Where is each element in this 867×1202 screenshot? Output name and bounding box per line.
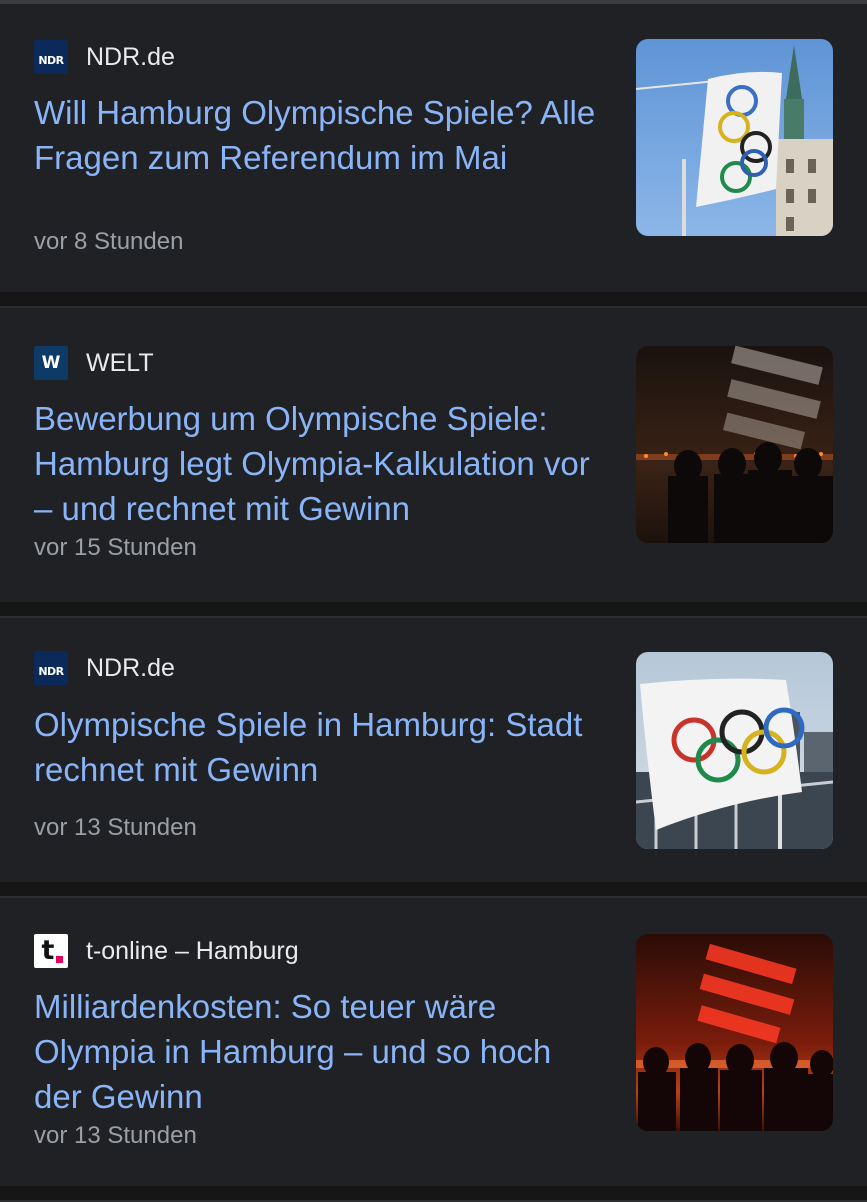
favicon-text: NDR [38,664,64,678]
favicon-text: W [41,353,61,373]
t-online-logo-icon: t [34,934,68,968]
thumbnail-image[interactable] [636,934,833,1131]
headline-link[interactable]: Milliardenkosten: So teuer wäre Olympia … [34,984,604,1119]
timestamp: vor 13 Stunden [34,1122,197,1149]
ndr-logo-icon: NDR [34,651,68,685]
card-separator [0,292,867,308]
source-name[interactable]: NDR.de [86,43,175,72]
headline-link[interactable]: Olympische Spiele in Hamburg: Stadt rech… [34,702,604,792]
source-row: W WELT [34,346,154,380]
timestamp: vor 15 Stunden [34,534,197,561]
drone-show-night-photo [636,346,833,543]
olympic-flag-harbor-photo [636,652,833,849]
red-drone-show-night-photo [636,934,833,1131]
source-name[interactable]: WELT [86,349,154,378]
news-card[interactable]: NDR NDR.de Will Hamburg Olympische Spiel… [0,4,867,292]
welt-logo-icon: W [34,346,68,380]
card-separator [0,882,867,898]
olympic-flag-city-hall-photo [636,39,833,236]
news-card[interactable]: t t-online – Hamburg Milliardenkosten: S… [0,898,867,1200]
thumbnail-image[interactable] [636,39,833,236]
timestamp: vor 13 Stunden [34,814,197,841]
source-name[interactable]: t-online – Hamburg [86,937,299,966]
favicon-text: NDR [38,53,64,67]
thumbnail-image[interactable] [636,652,833,849]
source-name[interactable]: NDR.de [86,654,175,683]
ndr-logo-icon: NDR [34,40,68,74]
timestamp: vor 8 Stunden [34,228,184,255]
source-row: NDR NDR.de [34,651,175,685]
thumbnail-image[interactable] [636,346,833,543]
headline-link[interactable]: Bewerbung um Olympische Spiele: Hamburg … [34,396,604,531]
card-separator [0,602,867,618]
headline-link[interactable]: Will Hamburg Olympische Spiele? Alle Fra… [34,90,604,180]
news-card[interactable]: W WELT Bewerbung um Olympische Spiele: H… [0,308,867,602]
news-card[interactable]: NDR NDR.de Olympische Spiele in Hamburg:… [0,618,867,882]
source-row: t t-online – Hamburg [34,934,299,968]
source-row: NDR NDR.de [34,40,175,74]
favicon-text: t [41,934,55,966]
